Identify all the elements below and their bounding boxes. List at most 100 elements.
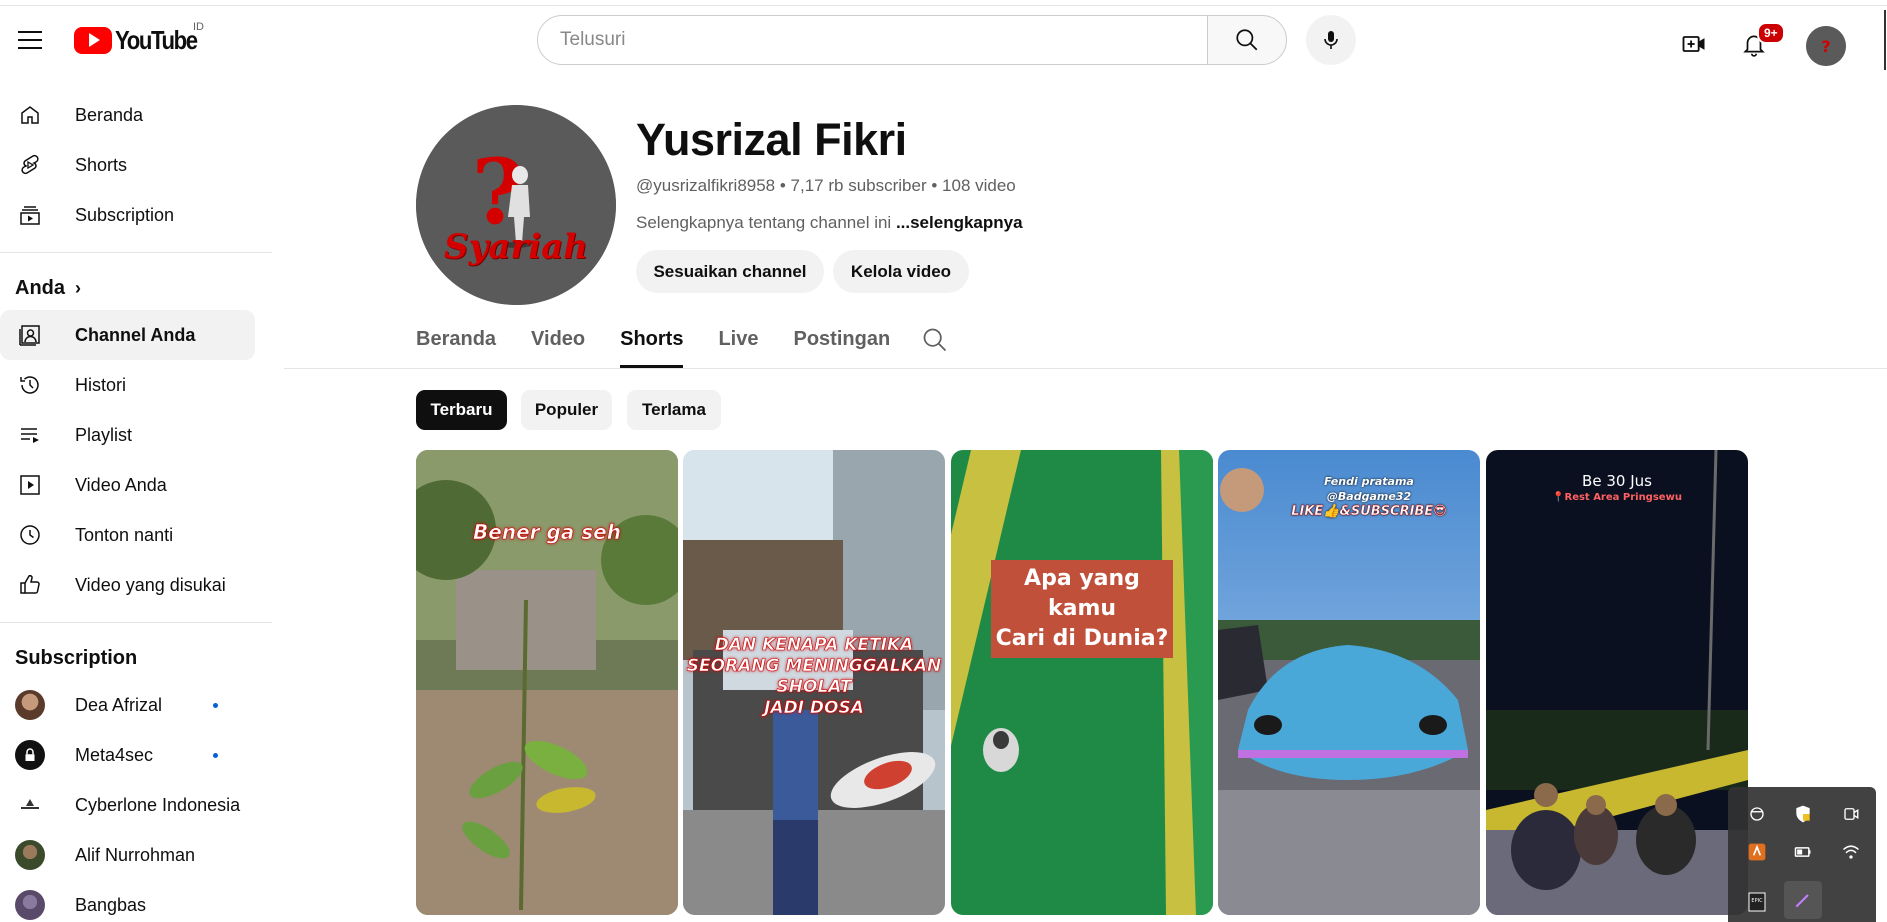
short-subcaption: 📍Rest Area Pringsewu	[1552, 492, 1682, 503]
channel-name: Yusrizal Fikri	[636, 114, 907, 165]
tray-security-icon[interactable]	[1788, 799, 1818, 829]
sidebar-item-shorts[interactable]: Shorts	[0, 140, 255, 190]
channel-logo-text: Syariah	[444, 227, 588, 267]
tab-videos[interactable]: Video	[531, 316, 585, 368]
tab-home[interactable]: Beranda	[416, 316, 496, 368]
history-icon	[15, 370, 45, 400]
tabs-divider	[284, 368, 1887, 369]
channel-avatar-large[interactable]: ? Syariah	[416, 105, 616, 305]
create-video-icon	[1682, 36, 1705, 52]
subscriptions-icon	[15, 200, 45, 230]
sidebar-item-history[interactable]: Histori	[0, 360, 255, 410]
search-button[interactable]	[1207, 15, 1287, 65]
voice-search-button[interactable]	[1306, 15, 1356, 65]
channel-search-button[interactable]	[921, 326, 951, 356]
svg-text:?: ?	[1821, 37, 1830, 56]
playlist-icon	[15, 420, 45, 450]
short-thumbnail-image	[951, 450, 1213, 915]
channel-avatar	[15, 740, 45, 770]
short-thumbnail-image	[1218, 450, 1480, 915]
sidebar-item-watch-later[interactable]: Tonton nanti	[0, 510, 255, 560]
tray-pen-icon[interactable]	[1784, 881, 1822, 919]
short-caption: Fendi pratama @Badgame32 LIKE👍&SUBSCRIBE…	[1291, 475, 1447, 519]
manage-videos-button[interactable]: Kelola video	[833, 250, 969, 293]
subscription-item-bangbas[interactable]: Bangbas	[0, 880, 255, 922]
page-scrollbar[interactable]	[1884, 10, 1886, 70]
channel-handle: @yusrizalfikri8958	[636, 176, 776, 195]
short-thumbnail[interactable]: DAN KENAPA KETIKA SEORANG MENINGGALKAN S…	[683, 450, 945, 915]
youtube-play-icon	[74, 26, 112, 54]
notification-badge: 9+	[1757, 22, 1785, 44]
tray-camera-icon[interactable]	[1836, 799, 1866, 829]
subscription-item-meta4sec[interactable]: Meta4sec	[0, 730, 255, 780]
search-box	[537, 15, 1208, 65]
notifications-button[interactable]: 9+	[1732, 22, 1785, 66]
your-videos-icon	[15, 470, 45, 500]
create-button[interactable]	[1672, 22, 1716, 66]
sidebar-item-home[interactable]: Beranda	[0, 90, 255, 140]
thumbs-up-icon	[15, 570, 45, 600]
channel-avatar	[15, 690, 45, 720]
country-code: ID	[193, 21, 204, 33]
tray-app-icon[interactable]	[1742, 837, 1772, 867]
chip-oldest[interactable]: Terlama	[627, 390, 721, 430]
sidebar-item-your-channel[interactable]: Channel Anda	[0, 310, 255, 360]
channel-avatar	[15, 790, 45, 820]
sidebar-item-subscriptions[interactable]: Subscription	[0, 190, 255, 240]
sidebar-item-liked-videos[interactable]: Video yang disukai	[0, 560, 255, 610]
watch-later-icon	[15, 520, 45, 550]
short-caption: Apa yang kamu Cari di Dunia?	[991, 560, 1173, 658]
channel-avatar	[15, 840, 45, 870]
sidebar-divider	[0, 252, 272, 253]
search-icon	[1236, 29, 1258, 51]
your-channel-icon	[15, 320, 45, 350]
short-caption: DAN KENAPA KETIKA SEORANG MENINGGALKAN S…	[686, 635, 942, 719]
tab-live[interactable]: Live	[718, 316, 758, 368]
new-content-dot	[213, 752, 218, 758]
short-thumbnail-image	[1486, 450, 1748, 915]
short-thumbnail[interactable]: Apa yang kamu Cari di Dunia?	[951, 450, 1213, 915]
lock-icon	[25, 748, 35, 761]
channel-tabs: Beranda Video Shorts Live Postingan	[416, 316, 925, 368]
channel-description[interactable]: Selengkapnya tentang channel ini ...sele…	[636, 213, 1023, 233]
avatar-image: ?	[1806, 26, 1846, 66]
sidebar-divider	[0, 622, 272, 623]
short-thumbnail[interactable]: Fendi pratama @Badgame32 LIKE👍&SUBSCRIBE…	[1218, 450, 1480, 915]
video-count: 108 video	[942, 176, 1016, 195]
tray-epic-games-icon[interactable]: EPIC	[1742, 887, 1772, 917]
guide-menu-button[interactable]	[10, 20, 50, 60]
subscription-item-alif-nurrohman[interactable]: Alif Nurrohman	[0, 830, 255, 880]
tray-battery-icon[interactable]	[1788, 837, 1818, 867]
chip-latest[interactable]: Terbaru	[416, 390, 507, 430]
short-caption: Be 30 Jus	[1582, 472, 1652, 490]
search-input[interactable]	[560, 29, 1207, 51]
sidebar-item-your-videos[interactable]: Video Anda	[0, 460, 255, 510]
hamburger-icon	[18, 31, 42, 33]
channel-avatar	[15, 890, 45, 920]
chip-popular[interactable]: Populer	[521, 390, 612, 430]
tray-wifi-icon[interactable]	[1836, 837, 1866, 867]
short-thumbnail[interactable]: Bener ga seh	[416, 450, 678, 915]
tab-shorts[interactable]: Shorts	[620, 316, 684, 368]
subscriber-count: 7,17 rb subscriber	[790, 176, 927, 195]
sidebar-you-heading[interactable]: Anda ›	[0, 266, 272, 310]
youtube-logo[interactable]: YouTube	[74, 24, 211, 56]
customize-channel-button[interactable]: Sesuaikan channel	[636, 250, 824, 293]
subscription-item-cyberlone-indonesia[interactable]: Cyberlone Indonesia	[0, 780, 255, 830]
short-caption: Bener ga seh	[473, 520, 622, 545]
subscription-item-dea-afrizal[interactable]: Dea Afrizal	[0, 680, 255, 730]
account-avatar-button[interactable]: ?	[1806, 26, 1846, 66]
sidebar-item-playlist[interactable]: Playlist	[0, 410, 255, 460]
svg-text:EPIC: EPIC	[1751, 898, 1763, 904]
more-link[interactable]: ...selengkapnya	[896, 213, 1023, 232]
microphone-icon	[1324, 31, 1338, 49]
channel-logo-image: ?	[416, 105, 616, 305]
sidebar-subscriptions-heading: Subscription	[15, 646, 138, 669]
chevron-right-icon: ›	[75, 277, 81, 298]
channel-meta: @yusrizalfikri8958 • 7,17 rb subscriber …	[636, 176, 1016, 195]
home-icon	[15, 100, 45, 130]
short-thumbnail[interactable]: Be 30 Jus 📍Rest Area Pringsewu	[1486, 450, 1748, 915]
tab-posts[interactable]: Postingan	[794, 316, 891, 368]
tray-sync-icon[interactable]	[1742, 799, 1772, 829]
system-tray-flyout: EPIC	[1728, 787, 1876, 922]
